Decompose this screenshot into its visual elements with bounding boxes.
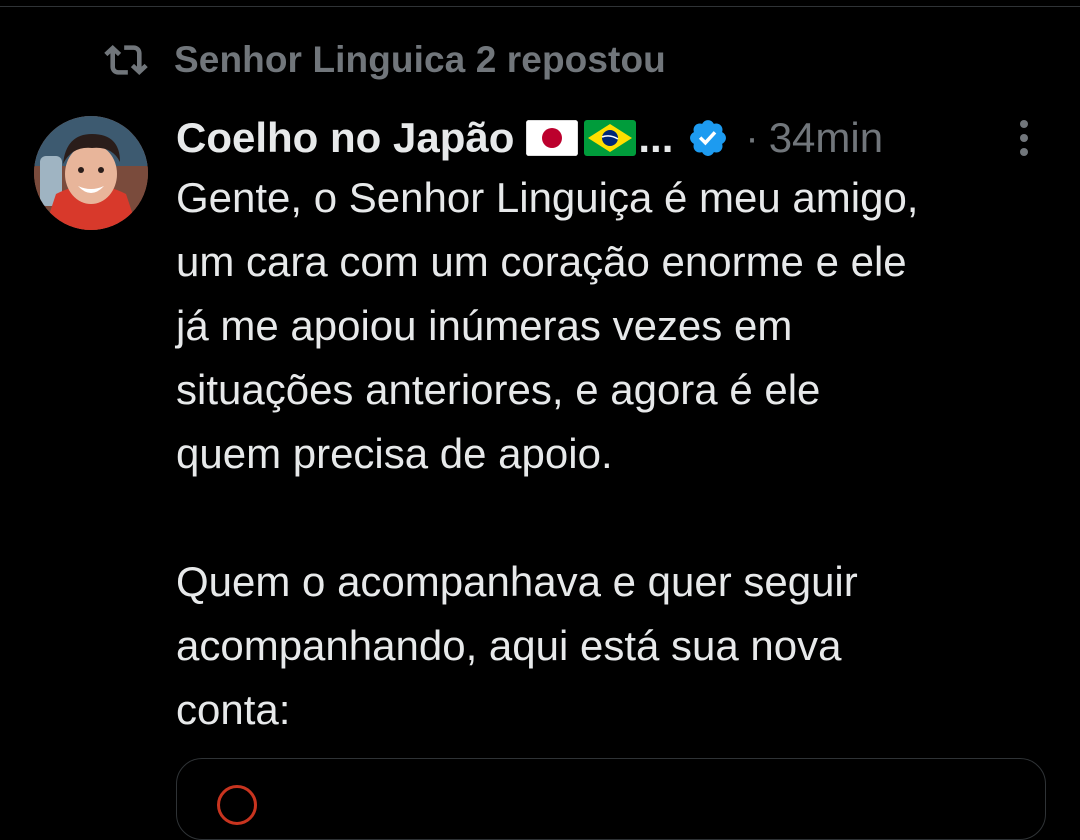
tweet-line: já me apoiou inúmeras vezes em [176, 302, 793, 349]
quoted-avatar [217, 785, 257, 825]
tweet-text: Gente, o Senhor Linguiça é meu amigo, um… [176, 166, 1056, 742]
timestamp[interactable]: 34min [769, 114, 883, 162]
tweet-line: Gente, o Senhor Linguiça é meu amigo, [176, 174, 919, 221]
japan-flag-icon [526, 120, 579, 156]
time-separator: · [745, 115, 759, 160]
more-vertical-icon [1020, 120, 1028, 156]
repost-icon [104, 44, 148, 76]
tweet-line: situações anteriores, e agora é ele [176, 366, 821, 413]
tweet-line: conta: [176, 686, 291, 733]
brazil-flag-icon [584, 120, 637, 156]
avatar[interactable] [34, 116, 148, 230]
quoted-tweet-card[interactable] [176, 758, 1046, 840]
tweet-paragraph: Quem o acompanhava e quer seguir acompan… [176, 550, 1056, 742]
top-divider [0, 0, 1080, 7]
author-display-name[interactable]: Coelho no Japão [176, 114, 514, 162]
name-truncation: ... [638, 114, 674, 161]
repost-indicator[interactable]: Senhor Linguica 2 repostou [104, 38, 666, 82]
more-options-button[interactable] [1004, 116, 1044, 160]
tweet-paragraph: Gente, o Senhor Linguiça é meu amigo, um… [176, 166, 1056, 486]
tweet-header: Coelho no Japão ... · 34min [176, 108, 1056, 168]
tweet-line: um cara com um coração enorme e ele [176, 238, 907, 285]
tweet-line: Quem o acompanhava e quer seguir [176, 558, 858, 605]
tweet-line: quem precisa de apoio. [176, 430, 613, 477]
repost-label[interactable]: Senhor Linguica 2 repostou [174, 39, 666, 81]
verified-badge-icon [690, 120, 727, 156]
tweet-line: acompanhando, aqui está sua nova [176, 622, 842, 669]
